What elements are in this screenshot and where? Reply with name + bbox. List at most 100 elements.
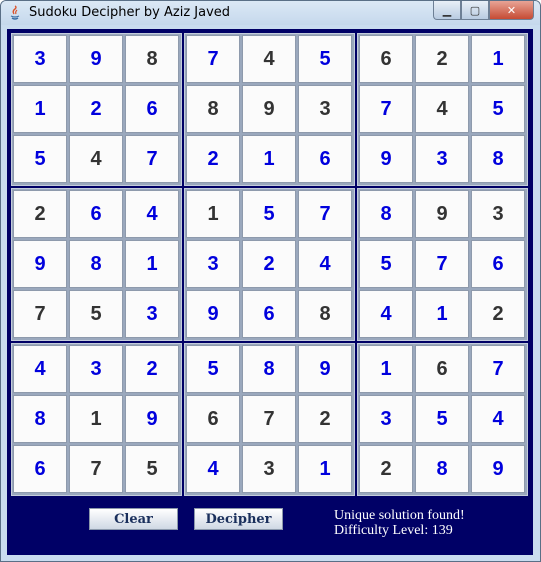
sudoku-cell[interactable]: 8 — [242, 345, 296, 393]
sudoku-cell[interactable]: 7 — [242, 395, 296, 443]
sudoku-cell[interactable]: 7 — [415, 240, 469, 288]
sudoku-cell[interactable]: 6 — [242, 290, 296, 338]
sudoku-block: 264 981 753 — [11, 188, 182, 341]
sudoku-cell[interactable]: 8 — [13, 395, 67, 443]
sudoku-cell[interactable]: 4 — [298, 240, 352, 288]
status-result: Unique solution found! — [334, 508, 465, 523]
sudoku-cell[interactable]: 8 — [359, 190, 413, 238]
sudoku-cell[interactable]: 1 — [242, 135, 296, 183]
sudoku-cell[interactable]: 2 — [359, 445, 413, 493]
sudoku-cell[interactable]: 1 — [13, 85, 67, 133]
window-title: Sudoku Decipher by Aziz Javed — [29, 5, 231, 20]
sudoku-cell[interactable]: 1 — [186, 190, 240, 238]
sudoku-cell[interactable]: 7 — [69, 445, 123, 493]
sudoku-block: 398 126 547 — [11, 33, 182, 186]
sudoku-cell[interactable]: 5 — [125, 445, 179, 493]
sudoku-cell[interactable]: 9 — [242, 85, 296, 133]
sudoku-cell[interactable]: 7 — [298, 190, 352, 238]
title-bar[interactable]: Sudoku Decipher by Aziz Javed ▁ ▢ ✕ — [1, 1, 540, 25]
sudoku-cell[interactable]: 2 — [125, 345, 179, 393]
sudoku-cell[interactable]: 8 — [415, 445, 469, 493]
sudoku-cell[interactable]: 9 — [298, 345, 352, 393]
sudoku-cell[interactable]: 1 — [359, 345, 413, 393]
sudoku-cell[interactable]: 3 — [242, 445, 296, 493]
sudoku-block: 893 576 412 — [357, 188, 528, 341]
sudoku-cell[interactable]: 5 — [69, 290, 123, 338]
sudoku-cell[interactable]: 9 — [359, 135, 413, 183]
sudoku-block: 745 893 216 — [184, 33, 355, 186]
sudoku-cell[interactable]: 9 — [471, 445, 525, 493]
sudoku-cell[interactable]: 6 — [359, 35, 413, 83]
sudoku-cell[interactable]: 4 — [69, 135, 123, 183]
sudoku-cell[interactable]: 1 — [298, 445, 352, 493]
status-message: Unique solution found! Difficulty Level:… — [334, 508, 465, 538]
sudoku-cell[interactable]: 6 — [471, 240, 525, 288]
sudoku-cell[interactable]: 2 — [69, 85, 123, 133]
sudoku-cell[interactable]: 7 — [186, 35, 240, 83]
sudoku-cell[interactable]: 1 — [471, 35, 525, 83]
status-difficulty: Difficulty Level: 139 — [334, 523, 453, 538]
close-button[interactable]: ✕ — [489, 1, 534, 20]
sudoku-cell[interactable]: 2 — [471, 290, 525, 338]
sudoku-cell[interactable]: 8 — [186, 85, 240, 133]
sudoku-cell[interactable]: 6 — [298, 135, 352, 183]
sudoku-cell[interactable]: 4 — [125, 190, 179, 238]
sudoku-cell[interactable]: 3 — [471, 190, 525, 238]
sudoku-cell[interactable]: 4 — [186, 445, 240, 493]
sudoku-cell[interactable]: 8 — [125, 35, 179, 83]
sudoku-cell[interactable]: 2 — [242, 240, 296, 288]
sudoku-cell[interactable]: 9 — [69, 35, 123, 83]
sudoku-cell[interactable]: 4 — [359, 290, 413, 338]
sudoku-cell[interactable]: 3 — [186, 240, 240, 288]
sudoku-cell[interactable]: 7 — [471, 345, 525, 393]
sudoku-cell[interactable]: 8 — [69, 240, 123, 288]
sudoku-cell[interactable]: 4 — [471, 395, 525, 443]
sudoku-cell[interactable]: 2 — [186, 135, 240, 183]
sudoku-cell[interactable]: 3 — [125, 290, 179, 338]
sudoku-cell[interactable]: 4 — [415, 85, 469, 133]
sudoku-cell[interactable]: 7 — [125, 135, 179, 183]
sudoku-cell[interactable]: 5 — [359, 240, 413, 288]
sudoku-cell[interactable]: 5 — [186, 345, 240, 393]
sudoku-block: 621 745 938 — [357, 33, 528, 186]
sudoku-cell[interactable]: 8 — [471, 135, 525, 183]
sudoku-cell[interactable]: 5 — [298, 35, 352, 83]
sudoku-cell[interactable]: 3 — [298, 85, 352, 133]
sudoku-cell[interactable]: 4 — [13, 345, 67, 393]
maximize-icon: ▢ — [469, 3, 481, 17]
sudoku-cell[interactable]: 1 — [415, 290, 469, 338]
minimize-button[interactable]: ▁ — [433, 1, 461, 20]
sudoku-block: 432 819 675 — [11, 343, 182, 496]
sudoku-cell[interactable]: 3 — [69, 345, 123, 393]
sudoku-cell[interactable]: 2 — [298, 395, 352, 443]
sudoku-cell[interactable]: 6 — [13, 445, 67, 493]
sudoku-cell[interactable]: 3 — [415, 135, 469, 183]
sudoku-cell[interactable]: 1 — [125, 240, 179, 288]
sudoku-cell[interactable]: 7 — [359, 85, 413, 133]
sudoku-cell[interactable]: 6 — [69, 190, 123, 238]
clear-button[interactable]: Clear — [89, 508, 178, 530]
sudoku-cell[interactable]: 8 — [298, 290, 352, 338]
sudoku-cell[interactable]: 5 — [242, 190, 296, 238]
sudoku-cell[interactable]: 1 — [69, 395, 123, 443]
sudoku-cell[interactable]: 9 — [415, 190, 469, 238]
app-window: Sudoku Decipher by Aziz Javed ▁ ▢ ✕ 3981… — [0, 0, 541, 562]
sudoku-cell[interactable]: 3 — [13, 35, 67, 83]
sudoku-cell[interactable]: 5 — [471, 85, 525, 133]
sudoku-cell[interactable]: 6 — [125, 85, 179, 133]
sudoku-cell[interactable]: 6 — [415, 345, 469, 393]
sudoku-cell[interactable]: 2 — [13, 190, 67, 238]
sudoku-block: 589 672 431 — [184, 343, 355, 496]
sudoku-cell[interactable]: 9 — [125, 395, 179, 443]
maximize-button[interactable]: ▢ — [461, 1, 489, 20]
sudoku-cell[interactable]: 9 — [186, 290, 240, 338]
sudoku-cell[interactable]: 6 — [186, 395, 240, 443]
sudoku-cell[interactable]: 2 — [415, 35, 469, 83]
sudoku-cell[interactable]: 9 — [13, 240, 67, 288]
sudoku-cell[interactable]: 5 — [415, 395, 469, 443]
sudoku-cell[interactable]: 4 — [242, 35, 296, 83]
sudoku-cell[interactable]: 7 — [13, 290, 67, 338]
decipher-button[interactable]: Decipher — [194, 508, 283, 530]
sudoku-cell[interactable]: 3 — [359, 395, 413, 443]
sudoku-cell[interactable]: 5 — [13, 135, 67, 183]
